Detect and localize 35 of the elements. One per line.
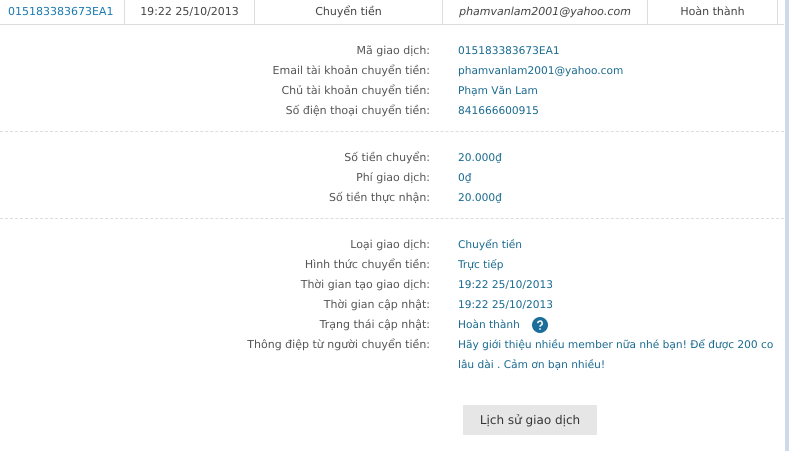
table-cell: phamvanlam2001@yahoo.com: [443, 0, 648, 24]
field-label: Chủ tài khoản chuyển tiền:: [280, 83, 430, 99]
field-value: Hãy giới thiệu nhiều member nữa nhé bạn! Để được 200 co: [458, 338, 774, 353]
field-label: Thời gian cập nhật:: [322, 297, 430, 313]
field-label: Thông điệp từ người chuyển tiền:: [246, 337, 430, 353]
field-value: phamvanlam2001@yahoo.com: [458, 64, 624, 79]
field-value: 20.000₫: [458, 191, 502, 206]
field-value: Chuyển tiền: [458, 238, 522, 253]
help-icon[interactable]: [532, 317, 548, 333]
table-cell: 19:22 25/10/2013: [125, 0, 255, 24]
scrollbar[interactable]: [785, 0, 789, 451]
field-label: Phí giao dịch:: [355, 170, 430, 186]
field-label: Thời gian tạo giao dịch:: [300, 277, 430, 293]
transaction-link[interactable]: 015183383673EA1: [0, 0, 125, 24]
field-label: Số điện thoại chuyển tiền:: [284, 103, 430, 119]
field-label: Email tài khoản chuyển tiền:: [272, 63, 430, 79]
field-value: lâu dài . Cảm ơn bạn nhiều!: [458, 358, 606, 373]
field-label: Mã giao dịch:: [356, 43, 430, 59]
table-cell: Chuyển tiền: [255, 0, 443, 24]
field-value: Trực tiếp: [458, 258, 504, 273]
field-value: 20.000₫: [458, 151, 502, 166]
field-value: Hoàn thành: [458, 318, 520, 333]
field-label: Trạng thái cập nhật:: [318, 317, 430, 333]
field-label: Loại giao dịch:: [349, 237, 430, 253]
field-value: 0₫: [458, 171, 472, 186]
field-value: Phạm Văn Lam: [458, 84, 538, 99]
field-label: Số tiền chuyển:: [343, 150, 430, 166]
field-value: 841666600915: [458, 104, 539, 119]
transaction-history-button[interactable]: Lịch sử giao dịch: [463, 405, 597, 435]
field-label: Số tiền thực nhận:: [328, 190, 430, 206]
field-label: Hình thức chuyển tiền:: [304, 257, 430, 273]
field-value: 015183383673EA1: [458, 44, 560, 59]
table-cell: Hoàn thành: [648, 0, 778, 24]
field-value: 19:22 25/10/2013: [458, 278, 553, 293]
field-value: 19:22 25/10/2013: [458, 298, 553, 313]
